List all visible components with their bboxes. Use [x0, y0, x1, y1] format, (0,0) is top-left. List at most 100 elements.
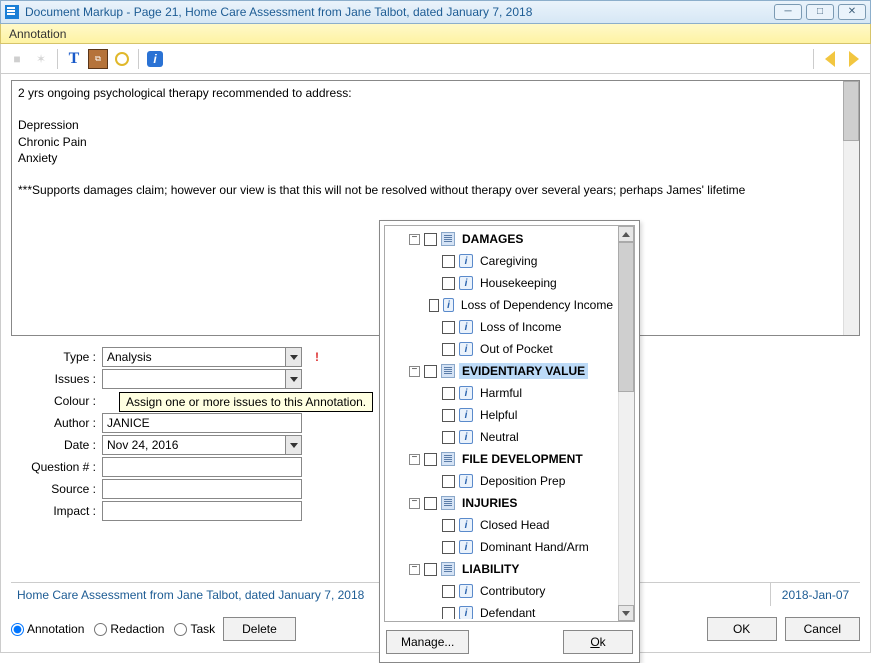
text-scroll-thumb[interactable]	[843, 81, 859, 141]
maximize-button[interactable]: □	[806, 4, 834, 20]
tree-checkbox[interactable]	[442, 255, 455, 268]
issues-input[interactable]	[102, 369, 302, 389]
tree-checkbox[interactable]	[442, 585, 455, 598]
radio-task[interactable]: Task	[174, 622, 215, 636]
tree-checkbox[interactable]	[424, 497, 437, 510]
tree-checkbox[interactable]	[429, 299, 439, 312]
stop-icon: ■	[7, 49, 27, 69]
tree-checkbox[interactable]	[442, 519, 455, 532]
tree-scroll-down-icon[interactable]	[618, 605, 634, 621]
tree-item-label: Helpful	[477, 407, 520, 423]
date-input[interactable]	[102, 435, 302, 455]
tree-item[interactable]: i Deposition Prep	[387, 470, 616, 492]
issue-icon: i	[459, 584, 473, 598]
tree-expander-icon[interactable]: −	[409, 366, 420, 377]
tree-item[interactable]: iNeutral	[387, 426, 616, 448]
tree-ok-text: k	[600, 635, 606, 649]
delete-button[interactable]: Delete	[223, 617, 296, 641]
radio-redaction[interactable]: Redaction	[94, 622, 164, 636]
type-input[interactable]	[102, 347, 302, 367]
tree-item[interactable]: iDominant Hand/Arm	[387, 536, 616, 558]
issue-icon: i	[459, 430, 473, 444]
form-tool-icon[interactable]: ⧉	[88, 49, 108, 69]
tree-checkbox[interactable]	[424, 453, 437, 466]
tree-item[interactable]: iOut of Pocket	[387, 338, 616, 360]
tree-group[interactable]: −EVIDENTIARY VALUE	[387, 360, 616, 382]
type-dropdown-icon[interactable]	[285, 348, 301, 366]
prev-arrow-icon[interactable]	[820, 49, 840, 69]
tree-scroll-thumb[interactable]	[618, 242, 634, 392]
main-pane: 2 yrs ongoing psychological therapy reco…	[0, 74, 871, 653]
tree-checkbox[interactable]	[424, 563, 437, 576]
tree-item-label: Harmful	[477, 385, 525, 401]
tree-checkbox[interactable]	[442, 387, 455, 400]
source-label: Source :	[11, 482, 96, 496]
source-input[interactable]	[102, 479, 302, 499]
tree-checkbox[interactable]	[442, 277, 455, 290]
info-icon[interactable]: i	[145, 49, 165, 69]
tree-item-label: Caregiving	[477, 253, 540, 269]
tree-item[interactable]: iHarmful	[387, 382, 616, 404]
impact-label: Impact :	[11, 504, 96, 518]
tree-item[interactable]: iClosed Head	[387, 514, 616, 536]
tree-group[interactable]: −INJURIES	[387, 492, 616, 514]
issue-icon: i	[459, 606, 473, 619]
question-input[interactable]	[102, 457, 302, 477]
tree-item[interactable]: i Helpful	[387, 404, 616, 426]
date-label: Date :	[11, 438, 96, 452]
tree-checkbox[interactable]	[442, 541, 455, 554]
tree-item[interactable]: iHousekeeping	[387, 272, 616, 294]
folder-icon	[441, 496, 455, 510]
tree-checkbox[interactable]	[442, 475, 455, 488]
tree-manage-button[interactable]: Manage...	[386, 630, 469, 654]
tree-checkbox[interactable]	[442, 321, 455, 334]
tree-item-label: Loss of Income	[477, 319, 564, 335]
close-button[interactable]: ✕	[838, 4, 866, 20]
tree-group[interactable]: −FILE DEVELOPMENT	[387, 448, 616, 470]
issue-icon: i	[459, 276, 473, 290]
tree-expander-icon[interactable]: −	[409, 454, 420, 465]
tree-item[interactable]: iCaregiving	[387, 250, 616, 272]
tree-checkbox[interactable]	[442, 343, 455, 356]
tree-checkbox[interactable]	[442, 431, 455, 444]
date-combo[interactable]	[102, 435, 302, 455]
tree-item[interactable]: iLoss of Income	[387, 316, 616, 338]
tree-item[interactable]: iContributory	[387, 580, 616, 602]
highlight-tool-icon[interactable]	[112, 49, 132, 69]
author-input[interactable]	[102, 413, 302, 433]
tree-item[interactable]: iDefendant	[387, 602, 616, 619]
radio-annotation[interactable]: Annotation	[11, 622, 84, 636]
type-combo[interactable]	[102, 347, 302, 367]
tree-checkbox[interactable]	[424, 365, 437, 378]
tree-group[interactable]: − LIABILITY	[387, 558, 616, 580]
tree-expander-icon[interactable]: −	[409, 564, 420, 575]
text-tool-icon[interactable]: T	[64, 49, 84, 69]
issues-tooltip: Assign one or more issues to this Annota…	[119, 392, 373, 412]
menu-bar: Annotation	[0, 24, 871, 44]
tree-scroll-up-icon[interactable]	[618, 226, 634, 242]
tree-checkbox[interactable]	[442, 607, 455, 620]
tree-item-label: Deposition Prep	[477, 473, 568, 489]
date-dropdown-icon[interactable]	[285, 436, 301, 454]
tree-expander-icon[interactable]: −	[409, 498, 420, 509]
tree-expander-icon[interactable]: −	[409, 234, 420, 245]
tree-group[interactable]: −DAMAGES	[387, 228, 616, 250]
tree-checkbox[interactable]	[424, 233, 437, 246]
annotation-form: Type : ! Issues : Colour : Author : Date…	[11, 346, 371, 526]
question-label: Question # :	[11, 460, 96, 474]
issue-icon: i	[459, 408, 473, 422]
menu-annotation[interactable]: Annotation	[9, 27, 66, 41]
issues-dropdown-icon[interactable]	[285, 370, 301, 388]
tree-ok-button[interactable]: Ok	[563, 630, 633, 654]
ok-button[interactable]: OK	[707, 617, 777, 641]
impact-input[interactable]	[102, 501, 302, 521]
tree-item[interactable]: iLoss of Dependency Income	[387, 294, 616, 316]
tree-checkbox[interactable]	[442, 409, 455, 422]
issue-icon: i	[459, 474, 473, 488]
priority-flag-icon[interactable]: !	[310, 349, 324, 365]
issues-combo[interactable]	[102, 369, 302, 389]
next-arrow-icon[interactable]	[844, 49, 864, 69]
cancel-button[interactable]: Cancel	[785, 617, 860, 641]
tree-group-label: LIABILITY	[459, 561, 522, 577]
minimize-button[interactable]: ─	[774, 4, 802, 20]
